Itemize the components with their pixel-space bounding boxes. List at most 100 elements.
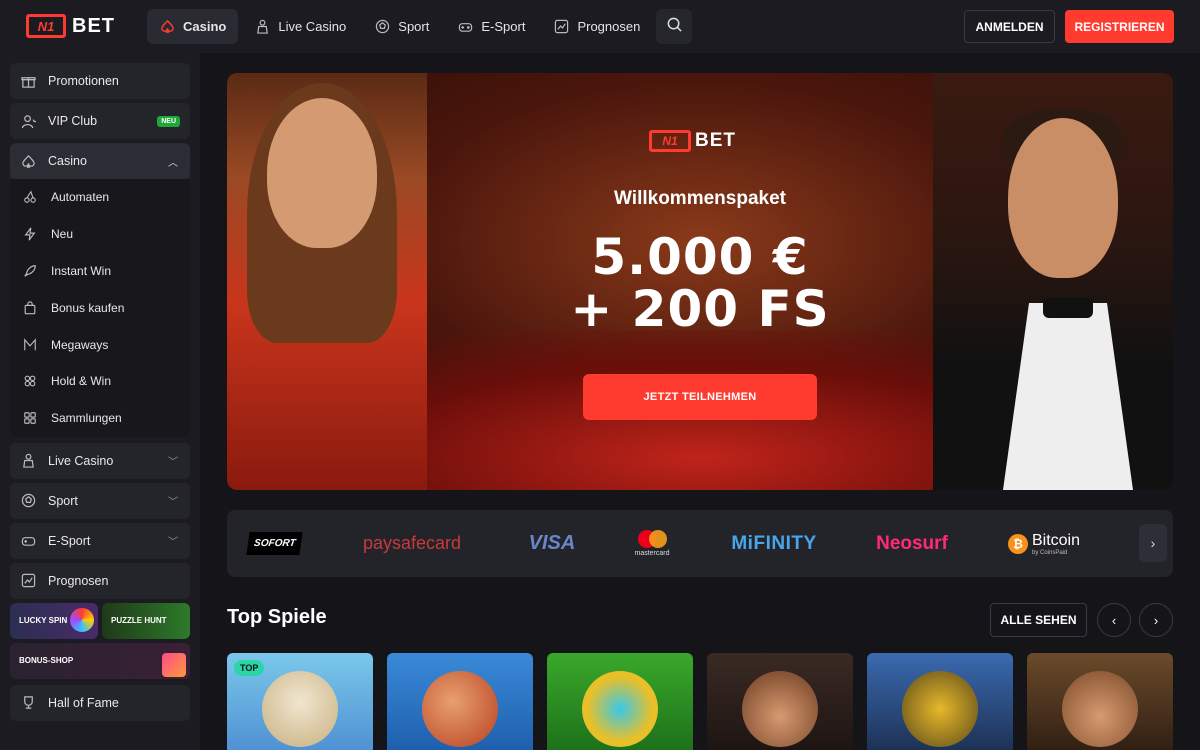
wheel-icon [70, 607, 94, 632]
promo-puzzle-label: PUZZLE HUNT [111, 616, 167, 626]
game-tile[interactable]: TOP [227, 653, 373, 750]
game-thumbnail [422, 671, 498, 747]
logo-mark: N1 [26, 14, 66, 38]
hero-amount-line2: + 200 FS [570, 280, 830, 338]
nav-live-casino[interactable]: Live Casino [242, 9, 358, 44]
hero-title: Willkommenspaket [614, 188, 786, 209]
top-games-title: Top Spiele [227, 606, 327, 628]
hero-amount: 5.000 € + 200 FS [227, 231, 1173, 335]
register-button[interactable]: REGISTRIEREN [1065, 10, 1174, 43]
nav-esport-label: E-Sport [481, 19, 526, 34]
gamepad-icon [20, 533, 36, 549]
game-thumbnail [742, 671, 818, 747]
n1bet-logo[interactable]: N1 BET [26, 14, 115, 38]
game-tile[interactable] [547, 653, 693, 750]
payment-neosurf: Neosurf [872, 510, 952, 577]
payment-sofort: SOFORT [246, 510, 304, 577]
game-tile[interactable] [387, 653, 533, 750]
sidebar-item-casino[interactable]: Casino ︿ [10, 143, 190, 179]
sidebar-item-vip[interactable]: VIP Club NEU [10, 103, 190, 139]
promo-row-2: BONUS-SHOP [10, 642, 190, 679]
hero-woman-face [267, 98, 377, 248]
chart-icon [20, 573, 36, 589]
sidebar-subitem-automaten[interactable]: Automaten [10, 179, 190, 216]
nav-prognosen[interactable]: Prognosen [541, 9, 652, 44]
sidebar-item-label: Casino [48, 154, 87, 168]
sidebar-subitem-label: Automaten [51, 190, 110, 205]
spade-icon [20, 153, 36, 169]
sidebar-item-prognosen[interactable]: Prognosen [10, 562, 190, 599]
nav-casino-label: Casino [183, 19, 227, 34]
nav-live-casino-label: Live Casino [278, 19, 347, 34]
sidebar-item-label: Hall of Fame [48, 695, 119, 710]
sidebar-subitem-sammlungen[interactable]: Sammlungen [10, 399, 190, 437]
sidebar-item-promotions[interactable]: Promotionen [10, 63, 190, 99]
coins-icon [23, 374, 37, 388]
hero-logo-mark: N1 [649, 130, 691, 152]
neosurf-logo: Neosurf [876, 532, 948, 554]
games-next-button[interactable]: › [1139, 603, 1173, 637]
payments-next-button[interactable]: › [1139, 524, 1167, 562]
promo-lucky-spin[interactable]: LUCKY SPIN [10, 602, 98, 639]
chevron-right-icon: › [1153, 612, 1159, 628]
sidebar-item-live-casino[interactable]: Live Casino ﹀ [10, 442, 190, 479]
rocket-icon [23, 264, 37, 278]
sidebar-item-label: Live Casino [48, 453, 114, 468]
promo-row: LUCKY SPIN PUZZLE HUNT [10, 602, 190, 639]
payment-bitcoin: ₿ Bitcoin by CoinsPaid [1003, 510, 1085, 577]
ball-icon [20, 493, 36, 509]
sidebar-subitem-label: Megaways [51, 337, 109, 352]
game-tile[interactable] [1027, 653, 1173, 750]
sidebar-casino-group: Casino ︿ Automaten Neu Instant Win Bonus… [10, 143, 190, 437]
nav-sport[interactable]: Sport [362, 9, 441, 44]
gift-icon [20, 73, 36, 89]
promo-bonus-label: BONUS-SHOP [19, 656, 74, 666]
chevron-down-icon: ﹀ [168, 537, 178, 549]
bitcoin-sub-label: by CoinsPaid [1031, 549, 1068, 556]
sidebar-subitem-bonus-kaufen[interactable]: Bonus kaufen [10, 289, 190, 327]
search-button[interactable] [656, 9, 693, 44]
sidebar-subitem-label: Instant Win [51, 263, 112, 278]
sofort-logo: SOFORT [246, 532, 304, 555]
promo-puzzle-hunt[interactable]: PUZZLE HUNT [102, 602, 190, 639]
sidebar-item-sport[interactable]: Sport ﹀ [10, 482, 190, 519]
promo-lucky-label: LUCKY SPIN [19, 616, 68, 626]
login-button[interactable]: ANMELDEN [964, 10, 1055, 43]
promo-bonus-shop[interactable]: BONUS-SHOP [10, 642, 190, 679]
game-tile[interactable] [867, 653, 1013, 750]
dealer-icon [20, 453, 36, 469]
hero-banner[interactable]: N1 BET Willkommenspaket 5.000 € + 200 FS… [227, 73, 1173, 490]
game-tile[interactable] [707, 653, 853, 750]
bitcoin-label: Bitcoin [1031, 531, 1081, 549]
chevron-down-icon: ﹀ [168, 457, 178, 469]
sidebar-subitem-label: Neu [51, 227, 74, 242]
game-thumbnail [262, 671, 338, 747]
nav-prognosen-label: Prognosen [577, 19, 641, 34]
hero-logo-text: BET [695, 130, 736, 151]
nav-sport-label: Sport [398, 19, 430, 34]
top-header: N1 BET Casino Live Casino Sport E-Sport … [0, 0, 1200, 53]
lightning-icon [23, 227, 37, 241]
top-games-row: TOP [227, 653, 1173, 750]
nav-esport[interactable]: E-Sport [445, 9, 537, 44]
sidebar-subitem-neu[interactable]: Neu [10, 215, 190, 253]
main-nav: Casino Live Casino Sport E-Sport Prognos… [147, 9, 693, 44]
sidebar-subitem-hold-win[interactable]: Hold & Win [10, 362, 190, 400]
chevron-down-icon: ﹀ [168, 497, 178, 509]
vip-icon [20, 113, 36, 129]
chevron-right-icon: › [1150, 535, 1156, 551]
sidebar-item-hall-of-fame[interactable]: Hall of Fame [10, 684, 190, 721]
join-now-button[interactable]: JETZT TEILNEHMEN [583, 374, 817, 420]
nav-casino[interactable]: Casino [147, 9, 239, 44]
games-prev-button[interactable]: ‹ [1097, 603, 1131, 637]
see-all-button[interactable]: ALLE SEHEN [990, 603, 1087, 637]
payment-visa: VISA [522, 510, 582, 577]
sidebar-subitem-megaways[interactable]: Megaways [10, 326, 190, 363]
payment-methods-bar: SOFORT paysafecard VISA mastercard MiFIN… [227, 510, 1173, 577]
sidebar-item-label: Promotionen [48, 74, 119, 88]
sidebar-subitem-instant-win[interactable]: Instant Win [10, 252, 190, 290]
paysafecard-logo: paysafecard [362, 533, 462, 553]
bag-icon [23, 301, 37, 315]
dealer-icon [254, 19, 270, 35]
sidebar-item-esport[interactable]: E-Sport ﹀ [10, 522, 190, 559]
